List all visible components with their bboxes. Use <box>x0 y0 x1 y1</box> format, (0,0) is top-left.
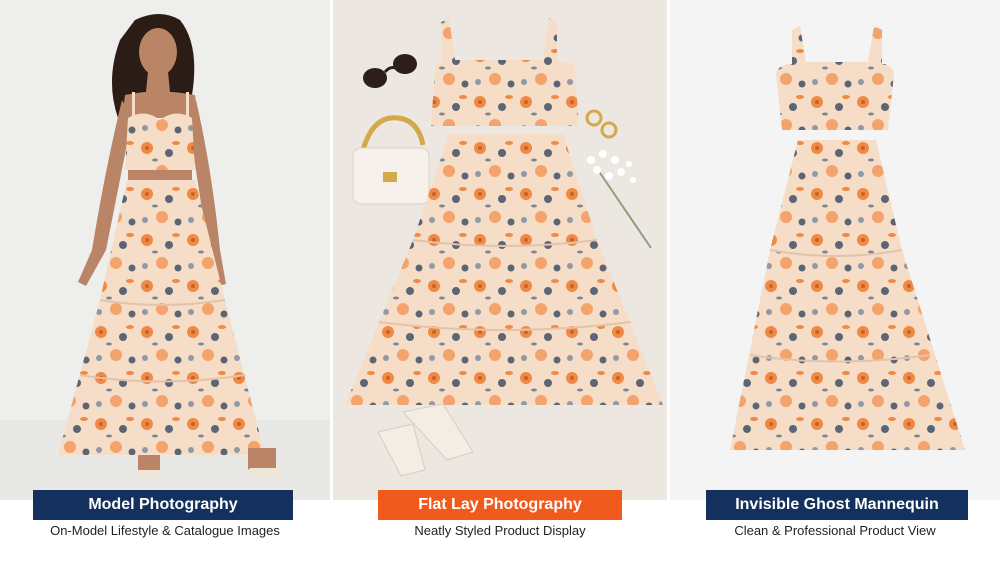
panel-title-label: Flat Lay Photography <box>378 490 622 520</box>
ghost-mannequin-photo <box>670 0 1000 500</box>
panel-title-label: Model Photography <box>33 490 293 520</box>
model-photo <box>0 0 330 500</box>
panel-subtitle: Neatly Styled Product Display <box>414 523 586 538</box>
flat-lay-photo <box>333 0 667 500</box>
panel-title-label: Invisible Ghost Mannequin <box>706 490 968 520</box>
panel-subtitle: Clean & Professional Product View <box>734 523 936 538</box>
panel-flat-lay-photography: Flat Lay Photography Neatly Styled Produ… <box>333 0 667 563</box>
panel-subtitle: On-Model Lifestyle & Catalogue Images <box>50 523 280 538</box>
panel-model-photography: Model Photography On-Model Lifestyle & C… <box>0 0 330 563</box>
panel-ghost-mannequin: Invisible Ghost Mannequin Clean & Profes… <box>670 0 1000 563</box>
